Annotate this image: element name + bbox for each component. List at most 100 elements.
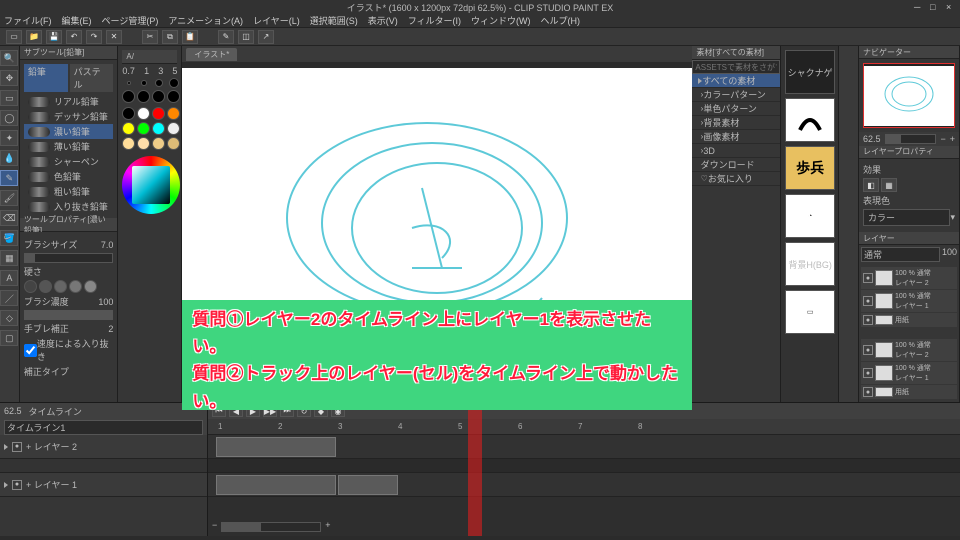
layer-row[interactable]: ●100 % 通常レイヤー 1 (861, 362, 957, 384)
zoom-tool-icon[interactable]: 🔍 (0, 50, 18, 66)
density-slider[interactable] (24, 310, 114, 320)
subtab-pastel[interactable]: パステル (70, 64, 114, 92)
copy-icon[interactable]: ⧉ (162, 30, 178, 44)
minimize-icon[interactable]: ─ (914, 2, 924, 12)
timeline-clip[interactable] (216, 475, 336, 495)
timeline-track[interactable] (208, 473, 960, 497)
tl-zoom-in-icon[interactable]: + (325, 520, 330, 534)
doc-tab[interactable]: イラスト* (186, 48, 237, 61)
visibility-icon[interactable]: ● (863, 296, 873, 306)
clear-icon[interactable]: ✕ (106, 30, 122, 44)
brush-item[interactable]: リアル鉛筆 (24, 94, 114, 109)
menu-animation[interactable]: アニメーション(A) (168, 14, 243, 27)
timeline-track-header[interactable]: ●+ レイヤー 2 (0, 435, 207, 459)
color-wheel[interactable] (122, 156, 180, 214)
close-icon[interactable]: × (946, 2, 956, 12)
timeline-ruler[interactable]: 12345678 (208, 419, 960, 435)
zoom-slider[interactable] (885, 134, 937, 144)
zoom-out-icon[interactable]: − (940, 134, 945, 144)
menu-layer[interactable]: レイヤー(L) (253, 14, 300, 27)
brush-item[interactable]: 入り抜き鉛筆 (24, 199, 114, 214)
tool-b-icon[interactable]: ◫ (238, 30, 254, 44)
zoom-in-icon[interactable]: + (950, 134, 955, 144)
maximize-icon[interactable]: □ (930, 2, 940, 12)
menu-filter[interactable]: フィルター(I) (408, 14, 461, 27)
layer-row[interactable]: ●用紙 (861, 385, 957, 399)
blend-mode-select[interactable]: 通常 (861, 247, 940, 262)
visibility-icon[interactable]: ● (863, 345, 873, 355)
brush-item[interactable]: シャーペン (24, 154, 114, 169)
size-swatches[interactable] (122, 78, 177, 103)
tl-zoom-slider[interactable] (221, 522, 321, 532)
color-mode-select[interactable]: カラー (863, 209, 950, 226)
material-item[interactable]: シャクナゲ (785, 50, 835, 94)
material-item[interactable]: ◔ (785, 194, 835, 238)
effect-border-icon[interactable]: ◧ (863, 178, 879, 192)
layer-row[interactable]: ●100 % 通常レイヤー 1 (861, 290, 957, 312)
menu-file[interactable]: ファイル(F) (4, 14, 52, 27)
lasso-tool-icon[interactable]: ◯ (0, 110, 18, 126)
frame-tool-icon[interactable]: ▢ (0, 330, 18, 346)
timeline-clip[interactable] (338, 475, 398, 495)
timeline-tracks[interactable]: ⏮ ◀ ▶ ▶▶ ⏭ ↻ ◆ ◉ 12345678 − + (208, 403, 960, 536)
cat-mono[interactable]: ›単色パターン (692, 102, 780, 116)
pencil-tool-icon[interactable]: ✎ (0, 170, 18, 186)
canvas-area[interactable]: 質問①レイヤー2のタイムライン上にレイヤー1を表示させたい。 質問②トラック上の… (182, 62, 692, 402)
timeline-clip[interactable] (216, 437, 336, 457)
gradient-tool-icon[interactable]: ▦ (0, 250, 18, 266)
material-item[interactable]: 背景H(BG) (785, 242, 835, 286)
move-tool-icon[interactable]: ✥ (0, 70, 18, 86)
brush-item[interactable]: 色鉛筆 (24, 169, 114, 184)
visibility-icon[interactable]: ● (863, 387, 873, 397)
wand-tool-icon[interactable]: ✦ (0, 130, 18, 146)
cat-bg[interactable]: ›背景素材 (692, 116, 780, 130)
brush-item[interactable]: 濃い鉛筆 (24, 124, 114, 139)
layer-row[interactable]: ●100 % 通常レイヤー 2 (861, 339, 957, 361)
select-tool-icon[interactable]: ▭ (0, 90, 18, 106)
paste-icon[interactable]: 📋 (182, 30, 198, 44)
menu-page[interactable]: ページ管理(P) (102, 14, 159, 27)
tool-a-icon[interactable]: ✎ (218, 30, 234, 44)
brush-item[interactable]: デッサン鉛筆 (24, 109, 114, 124)
playhead[interactable] (468, 403, 482, 536)
fill-tool-icon[interactable]: 🪣 (0, 230, 18, 246)
cat-dl[interactable]: ダウンロード (692, 158, 780, 172)
timeline-track-header[interactable]: ●+ レイヤー 1 (0, 473, 207, 497)
open-icon[interactable]: 📁 (26, 30, 42, 44)
new-icon[interactable]: ▭ (6, 30, 22, 44)
line-tool-icon[interactable]: ／ (0, 290, 18, 306)
brush-item[interactable]: 薄い鉛筆 (24, 139, 114, 154)
menu-window[interactable]: ウィンドウ(W) (471, 14, 531, 27)
color-swatches[interactable] (122, 107, 177, 150)
brush-tool-icon[interactable]: 🖌 (0, 190, 18, 206)
subtab-pencil[interactable]: 鉛筆 (24, 64, 68, 92)
cat-fav[interactable]: ♡お気に入り (692, 172, 780, 186)
cat-img[interactable]: ›画像素材 (692, 130, 780, 144)
tl-zoom-out-icon[interactable]: − (212, 520, 217, 534)
shape-tool-icon[interactable]: ◇ (0, 310, 18, 326)
layer-row[interactable]: ●用紙 (861, 313, 957, 327)
material-item[interactable]: 歩兵 (785, 146, 835, 190)
layer-row[interactable]: ●100 % 通常レイヤー 2 (861, 267, 957, 289)
timeline-select[interactable]: タイムライン1 (4, 420, 203, 435)
brush-item[interactable]: 粗い鉛筆 (24, 184, 114, 199)
navigator-thumb[interactable] (863, 63, 955, 127)
menu-edit[interactable]: 編集(E) (62, 14, 92, 27)
undo-icon[interactable]: ↶ (66, 30, 82, 44)
visibility-icon[interactable]: ● (863, 273, 873, 283)
visibility-icon[interactable]: ● (863, 368, 873, 378)
text-tool-icon[interactable]: A (0, 270, 18, 286)
material-search-input[interactable] (692, 60, 780, 74)
cat-all[interactable]: すべての素材 (692, 74, 780, 88)
brush-size-slider[interactable] (24, 253, 114, 263)
cat-color[interactable]: ›カラーパターン (692, 88, 780, 102)
effect-tone-icon[interactable]: ▦ (881, 178, 897, 192)
timeline-track[interactable] (208, 435, 960, 459)
menu-help[interactable]: ヘルプ(H) (541, 14, 581, 27)
redo-icon[interactable]: ↷ (86, 30, 102, 44)
tool-c-icon[interactable]: ↗ (258, 30, 274, 44)
save-icon[interactable]: 💾 (46, 30, 62, 44)
cut-icon[interactable]: ✂ (142, 30, 158, 44)
speed-taper-checkbox[interactable] (24, 344, 37, 357)
menu-select[interactable]: 選択範囲(S) (310, 14, 358, 27)
